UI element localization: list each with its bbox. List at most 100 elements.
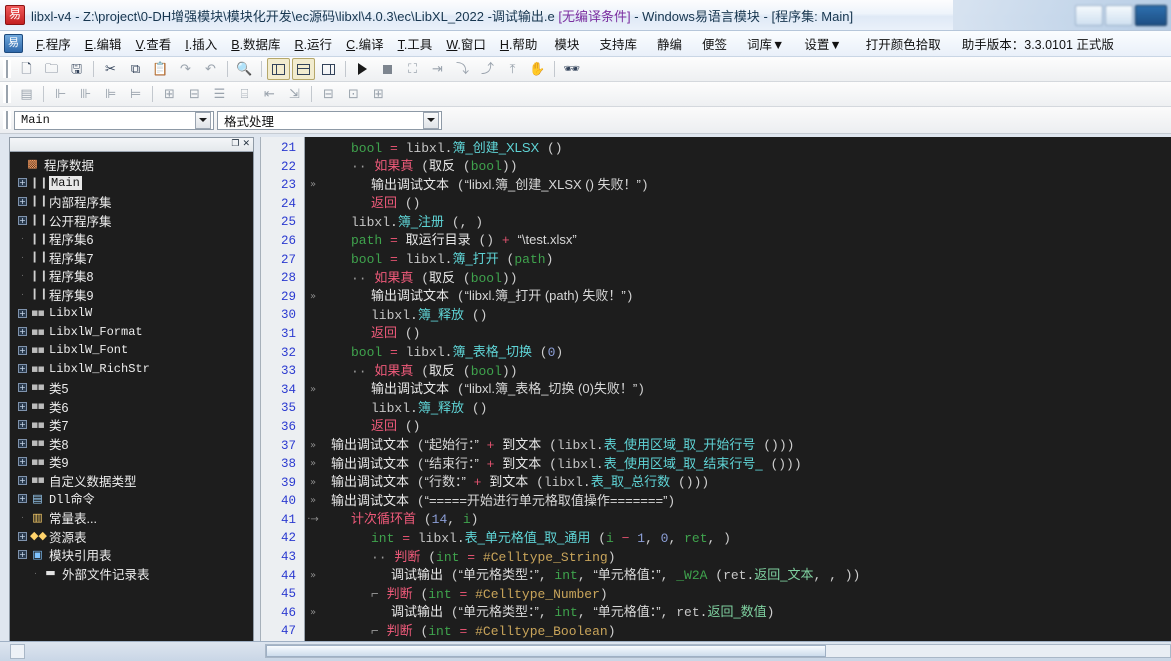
tree-expand-toggle[interactable]: + xyxy=(18,402,27,411)
tree-expand-toggle[interactable]: + xyxy=(18,327,27,336)
tree-item-21[interactable]: +▣模块引用表 xyxy=(13,545,253,564)
menu-window[interactable]: W.窗口 xyxy=(439,31,493,56)
tree-expand-toggle[interactable]: + xyxy=(18,457,27,466)
tree-expand-toggle[interactable]: + xyxy=(18,309,27,318)
panel-restore-button[interactable]: ❐ xyxy=(231,140,239,149)
code-line[interactable]: ⌐ 判断 (int = #Celltype_Boolean) xyxy=(305,622,1171,641)
code-line[interactable]: libxl.簿_注册 (, ) xyxy=(305,213,1171,232)
fold-marker-icon[interactable]: » xyxy=(305,567,321,586)
menu-support-library[interactable]: 支持库 xyxy=(589,31,647,56)
code-line[interactable]: »输出调试文本 (“libxl.簿_打开 (path) 失败！”) xyxy=(305,288,1171,307)
split-icon[interactable]: ⊡ xyxy=(342,83,365,105)
tree-item-4[interactable]: ·❙❙程序集6 xyxy=(13,229,253,248)
insert-subprogram-icon[interactable]: ⊩ xyxy=(49,83,72,105)
toolbar-grip[interactable] xyxy=(3,60,11,78)
program-data-tree[interactable]: ▩程序数据+❙❙Main+❙❙内部程序集+❙❙公开程序集·❙❙程序集6·❙❙程序… xyxy=(10,152,253,661)
tree-item-6[interactable]: ·❙❙程序集8 xyxy=(13,267,253,286)
tree-item-15[interactable]: +▪▪类8 xyxy=(13,434,253,453)
tree-item-9[interactable]: +▪▪LibxlW_Format xyxy=(13,322,253,341)
tree-item-12[interactable]: +▪▪类5 xyxy=(13,378,253,397)
sidebar-scroll-corner[interactable] xyxy=(10,644,25,659)
fold-marker-icon[interactable]: » xyxy=(305,455,321,474)
code-line[interactable]: ·· 如果真 (取反 (bool)) xyxy=(305,158,1171,177)
move-left-icon[interactable]: ⇤ xyxy=(258,83,281,105)
menu-insert[interactable]: I.插入 xyxy=(178,31,224,56)
comment-icon[interactable]: ⌸ xyxy=(233,83,256,105)
merge-icon[interactable]: ⊟ xyxy=(317,83,340,105)
insert-line-below-icon[interactable]: ⊟ xyxy=(183,83,206,105)
redo-icon[interactable]: ↷ xyxy=(174,58,197,80)
tree-item-19[interactable]: ·▥常量表... xyxy=(13,508,253,527)
code-line[interactable]: »输出调试文本 (“=====开始进行单元格取值操作=======”) xyxy=(305,492,1171,511)
code-line[interactable]: ·· 如果真 (取反 (bool)) xyxy=(305,362,1171,381)
menu-static-compile[interactable]: 静编 xyxy=(647,31,692,56)
code-line[interactable]: 返回 () xyxy=(305,325,1171,344)
code-line[interactable]: »输出调试文本 (“行数：” + 到文本 (libxl.表_取_总行数 ())) xyxy=(305,474,1171,493)
chevron-down-icon[interactable] xyxy=(195,112,211,129)
code-area[interactable]: bool = libxl.簿_创建_XLSX ()·· 如果真 (取反 (boo… xyxy=(305,137,1171,661)
code-line[interactable]: libxl.簿_释放 () xyxy=(305,399,1171,418)
menu-sticky-note[interactable]: 便签 xyxy=(692,31,737,56)
code-line[interactable]: 返回 () xyxy=(305,195,1171,214)
fold-marker-icon[interactable]: » xyxy=(305,437,321,456)
panel-close-button[interactable]: ✕ xyxy=(242,140,250,149)
tree-item-11[interactable]: +▪▪LibxlW_RichStr xyxy=(13,360,253,379)
code-line[interactable]: ·→计次循环首 (14, i) xyxy=(305,511,1171,530)
tree-item-10[interactable]: +▪▪LibxlW_Font xyxy=(13,341,253,360)
menu-settings[interactable]: 设置▼ xyxy=(794,31,851,56)
tree-item-16[interactable]: +▪▪类9 xyxy=(13,453,253,472)
menu-program[interactable]: F.程序 xyxy=(29,31,78,56)
menu-run[interactable]: R.运行 xyxy=(288,31,340,56)
tree-expand-toggle[interactable]: + xyxy=(18,476,27,485)
run-icon[interactable] xyxy=(351,58,374,80)
code-line[interactable]: libxl.簿_释放 () xyxy=(305,306,1171,325)
chevron-down-icon[interactable] xyxy=(423,112,439,129)
tree-expand-toggle[interactable]: + xyxy=(18,420,27,429)
menu-tools[interactable]: T.工具 xyxy=(391,31,440,56)
insert-variable-icon[interactable]: ⊫ xyxy=(99,83,122,105)
menu-logo-icon[interactable]: 易 xyxy=(4,34,23,53)
inspect-binoculars-icon[interactable]: 🕶 xyxy=(560,58,583,80)
fold-marker-icon[interactable]: » xyxy=(305,381,321,400)
tree-expand-toggle[interactable]: + xyxy=(18,383,27,392)
debug-run-icon[interactable]: ⛶ xyxy=(401,58,424,80)
tree-expand-toggle[interactable]: + xyxy=(18,197,27,206)
toolbar-grip-2[interactable] xyxy=(3,85,11,103)
code-line[interactable]: ⌐ 判断 (int = #Celltype_Number) xyxy=(305,585,1171,604)
code-line[interactable]: »输出调试文本 (“libxl.簿_创建_XLSX () 失败！”) xyxy=(305,176,1171,195)
layout-single-icon[interactable] xyxy=(317,58,340,80)
code-line[interactable]: int = libxl.表_单元格值_取_通用 (i − 1, 0, ret, … xyxy=(305,529,1171,548)
close-button[interactable] xyxy=(1135,5,1167,26)
step-over-icon[interactable]: ⇥ xyxy=(426,58,449,80)
tree-expand-toggle[interactable]: + xyxy=(18,439,27,448)
tree-expand-toggle[interactable]: + xyxy=(18,364,27,373)
step-into-icon[interactable]: ⤵ xyxy=(451,58,474,80)
code-editor[interactable]: 2122232425262728293031323334353637383940… xyxy=(260,137,1171,661)
layout-split-vertical-icon[interactable] xyxy=(267,58,290,80)
insert-constant-icon[interactable]: ⊨ xyxy=(124,83,147,105)
tree-expand-toggle[interactable]: + xyxy=(18,216,27,225)
tree-expand-toggle[interactable]: + xyxy=(18,178,27,187)
code-line[interactable]: »输出调试文本 (“libxl.簿_表格_切换 (0)失败！”) xyxy=(305,381,1171,400)
layout-split-horizontal-icon[interactable] xyxy=(292,58,315,80)
tree-item-8[interactable]: +▪▪LibxlW xyxy=(13,304,253,323)
find-icon[interactable]: 🔍 xyxy=(233,58,256,80)
menu-help[interactable]: H.帮助 xyxy=(493,31,545,56)
code-line[interactable]: 返回 () xyxy=(305,418,1171,437)
code-line[interactable]: bool = libxl.簿_表格_切换 (0) xyxy=(305,344,1171,363)
insert-line-above-icon[interactable]: ⊞ xyxy=(158,83,181,105)
code-line[interactable]: bool = libxl.簿_打开 (path) xyxy=(305,251,1171,270)
align-icon[interactable]: ☰ xyxy=(208,83,231,105)
code-line[interactable]: »输出调试文本 (“起始行：” + 到文本 (libxl.表_使用区域_取_开始… xyxy=(305,437,1171,456)
tree-item-7[interactable]: ·❙❙程序集9 xyxy=(13,285,253,304)
menu-edit[interactable]: E.编辑 xyxy=(78,31,129,56)
code-line[interactable]: ·· 判断 (int = #Celltype_String) xyxy=(305,548,1171,567)
code-line[interactable]: bool = libxl.簿_创建_XLSX () xyxy=(305,139,1171,158)
tree-item-17[interactable]: +▪▪自定义数据类型 xyxy=(13,471,253,490)
open-file-icon[interactable]: 🗀 xyxy=(40,58,63,80)
tree-item-13[interactable]: +▪▪类6 xyxy=(13,397,253,416)
insert-parameter-icon[interactable]: ⊪ xyxy=(74,83,97,105)
tree-item-1[interactable]: +❙❙Main xyxy=(13,174,253,193)
undo-icon[interactable]: ↶ xyxy=(199,58,222,80)
paste-icon[interactable]: 📋 xyxy=(149,58,172,80)
